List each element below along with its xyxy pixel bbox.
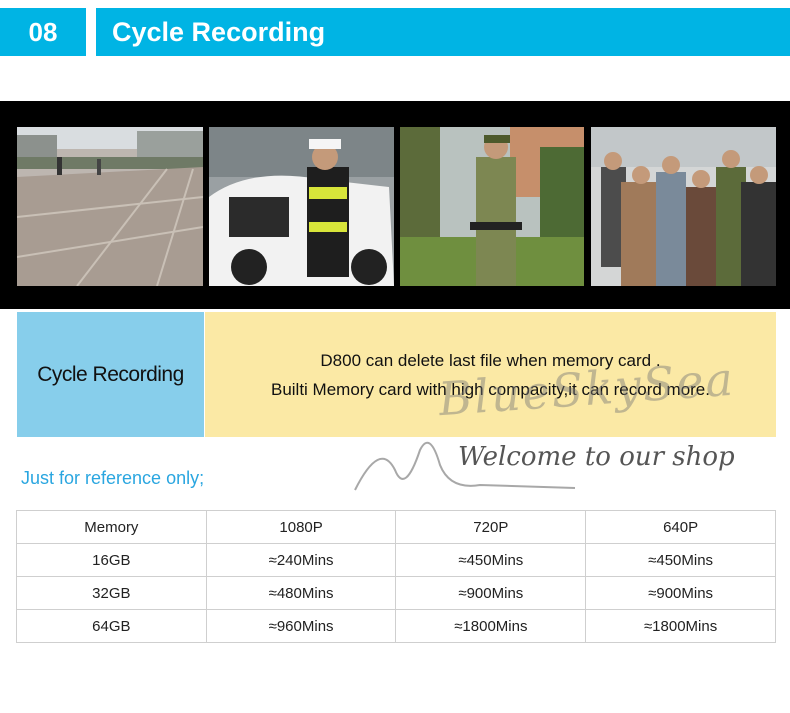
table-cell: ≈240Mins: [205, 543, 397, 577]
info-label: Cycle Recording: [17, 312, 204, 437]
photo-crowd: [591, 127, 776, 286]
table-header-cell: 720P: [395, 510, 587, 544]
photo-strip: [0, 101, 790, 309]
table-cell: ≈900Mins: [585, 576, 776, 610]
recording-time-table: Memory 1080P 720P 640P 16GB ≈240Mins ≈45…: [16, 510, 776, 643]
table-header-cell: Memory: [16, 510, 207, 544]
photo-traffic-police: [209, 127, 394, 286]
table-row: 64GB ≈960Mins ≈1800Mins ≈1800Mins: [16, 609, 776, 643]
table-cell: ≈960Mins: [205, 609, 397, 643]
section-title: Cycle Recording: [96, 8, 790, 56]
table-cell: ≈900Mins: [395, 576, 587, 610]
table-header-row: Memory 1080P 720P 640P: [16, 510, 776, 544]
table-cell: ≈1800Mins: [585, 609, 776, 643]
table-cell: 16GB: [16, 543, 207, 577]
table-row: 16GB ≈240Mins ≈450Mins ≈450Mins: [16, 543, 776, 577]
page: 08 Cycle Recording Cycle Recording D800 …: [0, 0, 790, 713]
section-number: 08: [0, 8, 86, 56]
table-cell: ≈1800Mins: [395, 609, 587, 643]
watermark-text: Welcome to our shop: [458, 442, 735, 472]
photo-plaza: [17, 127, 203, 286]
photo-guard: [400, 127, 584, 286]
table-header-cell: 1080P: [205, 510, 397, 544]
table-cell: 64GB: [16, 609, 207, 643]
table-cell: 32GB: [16, 576, 207, 610]
table-cell: ≈450Mins: [585, 543, 776, 577]
table-cell: ≈450Mins: [395, 543, 587, 577]
reference-note: Just for reference only;: [21, 468, 205, 488]
table-row: 32GB ≈480Mins ≈900Mins ≈900Mins: [16, 576, 776, 610]
table-header-cell: 640P: [585, 510, 776, 544]
table-cell: ≈480Mins: [205, 576, 397, 610]
